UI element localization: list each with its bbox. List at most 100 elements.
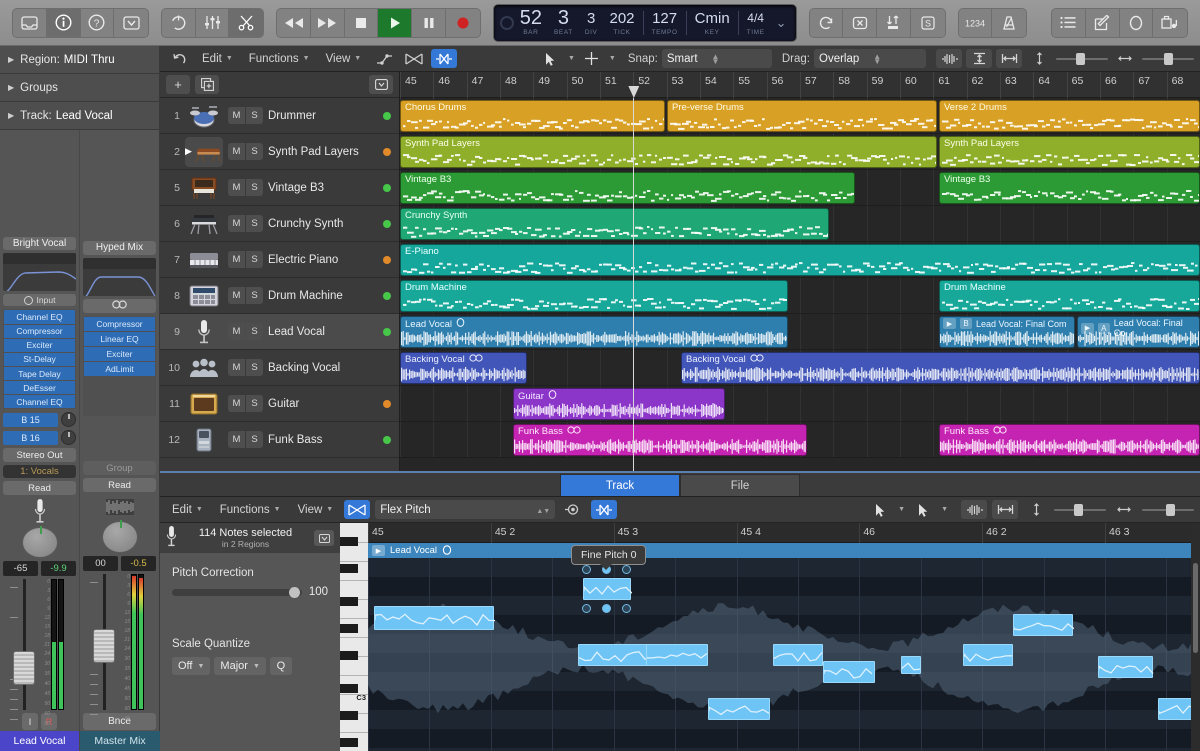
output-selector[interactable]: Stereo Out bbox=[3, 448, 76, 462]
track-name[interactable]: Synth Pad Layers bbox=[268, 146, 378, 158]
pan-value[interactable]: -65 bbox=[3, 561, 38, 576]
cycle-button[interactable] bbox=[810, 9, 844, 37]
autopunch-button[interactable] bbox=[843, 9, 877, 37]
plugin-slot[interactable]: Compressor bbox=[84, 317, 155, 331]
track-lane[interactable]: Synth Pad LayersSynth Pad Layers bbox=[400, 134, 1200, 170]
region[interactable]: Drum Machine bbox=[400, 280, 788, 312]
record-enable-dot[interactable] bbox=[383, 292, 391, 300]
solo-button[interactable]: S bbox=[246, 143, 263, 160]
view-menu[interactable]: View▼ bbox=[320, 51, 368, 67]
track-config-button[interactable] bbox=[369, 75, 393, 94]
chevron-down-icon[interactable]: ⌄ bbox=[771, 15, 792, 31]
region[interactable]: ▶ALead Vocal: Final Co bbox=[1077, 316, 1200, 348]
solo-button[interactable]: S bbox=[246, 431, 263, 448]
pointer-icon[interactable] bbox=[538, 49, 564, 68]
flex-pitch-handle[interactable] bbox=[582, 604, 591, 613]
solo-button[interactable]: S bbox=[246, 215, 263, 232]
duplicate-track-button[interactable] bbox=[195, 75, 219, 94]
region[interactable]: ▶BLead Vocal: Final Com bbox=[939, 316, 1075, 348]
editor-vertical-scrollbar[interactable] bbox=[1191, 523, 1200, 751]
flex-pitch-view-button[interactable] bbox=[591, 500, 617, 519]
functions-menu[interactable]: Functions▼ bbox=[243, 51, 316, 67]
playhead[interactable] bbox=[633, 98, 634, 471]
chevron-down-icon[interactable]: ▼ bbox=[941, 506, 948, 513]
volume-fader[interactable] bbox=[10, 579, 38, 710]
region[interactable]: Pre-verse Drums bbox=[667, 100, 937, 132]
plugin-slot[interactable]: Tape Delay bbox=[4, 367, 75, 380]
media-browser-button[interactable] bbox=[1153, 9, 1187, 37]
editor-region-header[interactable]: ▶ Lead Vocal bbox=[368, 543, 1200, 558]
chevron-down-icon[interactable]: ▼ bbox=[568, 55, 575, 62]
waveform-icon[interactable] bbox=[936, 49, 962, 68]
group-selector[interactable]: Group bbox=[83, 461, 156, 475]
selection-options-button[interactable] bbox=[314, 530, 334, 546]
fit-horizontal-icon[interactable] bbox=[992, 500, 1018, 519]
automation-icon[interactable] bbox=[371, 49, 397, 68]
channel-name-master-mix[interactable]: Master Mix bbox=[80, 731, 160, 751]
metronome-button[interactable] bbox=[992, 9, 1026, 37]
vertical-zoom-slider[interactable] bbox=[1056, 53, 1108, 65]
organ-icon[interactable] bbox=[185, 173, 223, 203]
record-enable-dot[interactable] bbox=[383, 220, 391, 228]
notes-button[interactable] bbox=[1086, 9, 1120, 37]
flex-icon[interactable] bbox=[401, 49, 427, 68]
plugin-slot[interactable]: Channel EQ bbox=[4, 395, 75, 408]
quick-help-button[interactable]: ? bbox=[81, 9, 115, 37]
view-menu[interactable]: View▼ bbox=[292, 502, 340, 518]
channel-input-row[interactable]: Input bbox=[3, 294, 76, 307]
flex-pitch-handle[interactable] bbox=[622, 565, 631, 574]
pitch-correction-slider[interactable] bbox=[172, 589, 302, 596]
fit-horizontal-icon[interactable] bbox=[996, 49, 1022, 68]
drummachine-icon[interactable] bbox=[185, 281, 223, 311]
channel-input-row[interactable] bbox=[83, 299, 156, 312]
track-row-synth-pad-layers[interactable]: 2▶MSSynth Pad Layers bbox=[160, 134, 399, 170]
list-editors-button[interactable] bbox=[1052, 9, 1086, 37]
flex-pitch-canvas[interactable]: 4545 245 345 44646 246 3 ▶ Lead Vocal Fi… bbox=[368, 523, 1200, 751]
functions-menu[interactable]: Functions▼ bbox=[214, 502, 287, 518]
drumkit-icon[interactable] bbox=[185, 101, 223, 131]
track-name[interactable]: Drummer bbox=[268, 110, 378, 122]
region[interactable]: E-Piano bbox=[400, 244, 1200, 276]
flex-pitch-note[interactable] bbox=[1098, 656, 1153, 678]
flex-pitch-pane[interactable] bbox=[368, 558, 1200, 751]
lcd-key[interactable]: Cmin KEY bbox=[689, 5, 736, 41]
add-track-button[interactable]: + bbox=[166, 75, 190, 94]
track-name[interactable]: Vintage B3 bbox=[268, 182, 378, 194]
undo-icon[interactable] bbox=[166, 49, 192, 68]
region[interactable]: Funk Bass bbox=[513, 424, 807, 456]
lcd-tempo[interactable]: 127 TEMPO bbox=[646, 5, 684, 41]
track-row-backing-vocal[interactable]: 10MSBacking Vocal bbox=[160, 350, 399, 386]
lcd-div[interactable]: 3 DIV bbox=[579, 5, 604, 41]
region[interactable]: Synth Pad Layers bbox=[400, 136, 937, 168]
region[interactable]: Verse 2 Drums bbox=[939, 100, 1200, 132]
record-enable-dot[interactable] bbox=[383, 328, 391, 336]
editor-ruler[interactable]: 4545 245 345 44646 246 3 bbox=[368, 523, 1200, 543]
piano-keyboard[interactable]: C3 bbox=[340, 523, 368, 751]
flex-pitch-note[interactable] bbox=[646, 644, 708, 666]
track-name[interactable]: Lead Vocal bbox=[268, 326, 378, 338]
record-enable-dot[interactable] bbox=[383, 148, 391, 156]
flex-mode-selector[interactable]: Flex Pitch ▲▼ bbox=[375, 500, 555, 519]
channel-name-lead-vocal[interactable]: Lead Vocal bbox=[0, 731, 79, 751]
mixer-button[interactable] bbox=[196, 9, 230, 37]
plugin-slot[interactable]: Compressor bbox=[4, 325, 75, 338]
track-name[interactable]: Electric Piano bbox=[268, 254, 378, 266]
stop-button[interactable] bbox=[345, 9, 379, 37]
amp-icon[interactable] bbox=[185, 389, 223, 419]
track-row-guitar[interactable]: 11MSGuitar bbox=[160, 386, 399, 422]
region-header[interactable]: ▶ Region: MIDI Thru bbox=[0, 46, 159, 74]
automation-mode-selector[interactable]: Read bbox=[3, 481, 76, 495]
arrange-canvas[interactable]: 4546474849505152535455565758596061626364… bbox=[400, 72, 1200, 471]
flex-pitch-note[interactable] bbox=[963, 644, 1013, 666]
volume-value[interactable]: -0.5 bbox=[121, 556, 156, 571]
solo-button[interactable]: S bbox=[246, 323, 263, 340]
region[interactable]: Crunchy Synth bbox=[400, 208, 829, 240]
track-name[interactable]: Crunchy Synth bbox=[268, 218, 378, 230]
crosshair-icon[interactable] bbox=[579, 49, 605, 68]
record-enable-dot[interactable] bbox=[383, 184, 391, 192]
region[interactable]: Drum Machine bbox=[939, 280, 1200, 312]
flex-pitch-handle[interactable] bbox=[582, 565, 591, 574]
snap-selector[interactable]: Smart ▲▼ bbox=[662, 49, 772, 68]
play-icon[interactable]: ▶ bbox=[372, 545, 385, 556]
track-lane[interactable]: Crunchy Synth bbox=[400, 206, 1200, 242]
